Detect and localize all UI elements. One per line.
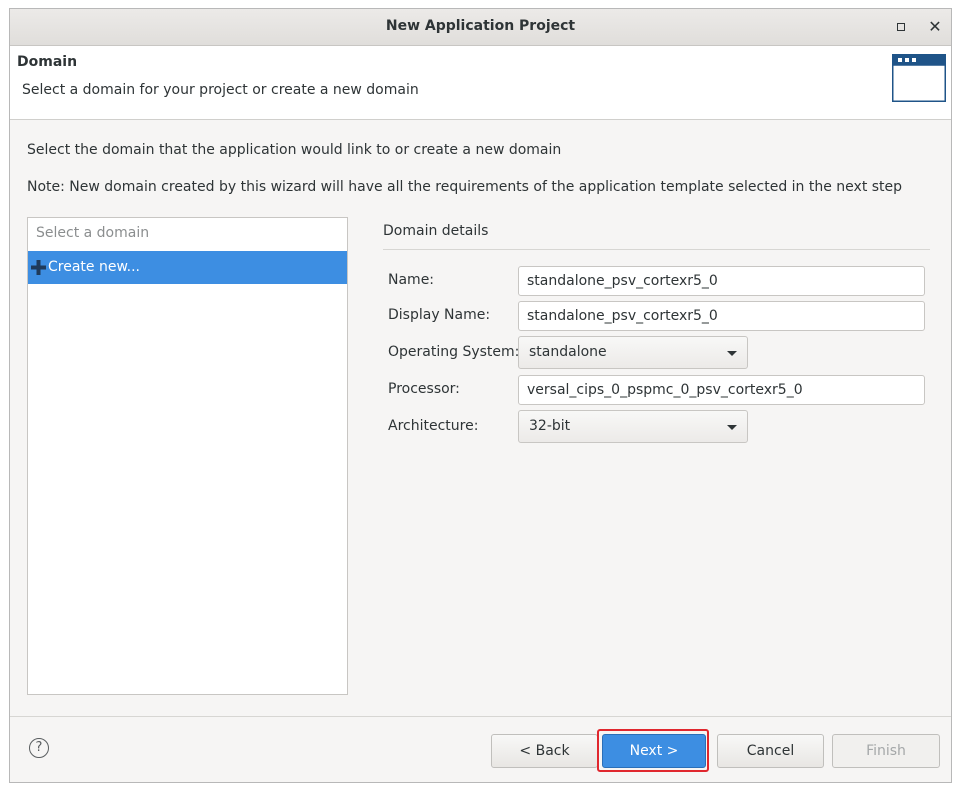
footer-divider [10,716,951,717]
operating-system-value: standalone [529,344,607,360]
processor-input[interactable] [518,375,925,405]
help-icon[interactable]: ? [29,738,49,758]
architecture-dropdown[interactable]: 32-bit [518,410,748,443]
finish-button[interactable]: Finish [832,734,940,768]
chevron-down-icon [727,351,737,356]
back-button[interactable]: < Back [491,734,598,768]
chevron-down-icon [727,425,737,430]
details-divider [383,249,930,250]
domain-details-title: Domain details [383,223,489,239]
banner-subtitle: Select a domain for your project or crea… [22,82,419,98]
wizard-banner: Domain Select a domain for your project … [10,46,951,120]
plus-icon [31,260,46,275]
operating-system-dropdown[interactable]: standalone [518,336,748,369]
cancel-button[interactable]: Cancel [717,734,824,768]
processor-label: Processor: [388,381,460,397]
close-icon[interactable]: ✕ [925,17,945,37]
architecture-value: 32-bit [529,418,571,434]
window-icon [892,54,946,102]
architecture-label: Architecture: [388,418,479,434]
note-text: Note: New domain created by this wizard … [27,179,903,195]
list-item-label: Create new... [48,259,140,275]
window-title: New Application Project [385,18,576,34]
next-button[interactable]: Next > [602,734,706,768]
operating-system-label: Operating System: [388,344,520,360]
name-input[interactable] [518,266,925,296]
maximize-icon[interactable] [891,17,911,37]
domain-list-header: Select a domain [36,225,150,241]
name-label: Name: [388,272,435,288]
display-name-label: Display Name: [388,307,491,323]
display-name-input[interactable] [518,301,925,331]
description-text: Select the domain that the application w… [27,142,562,158]
dialog-window: New Application Project ✕ Domain Select … [9,8,952,783]
list-item-create-new[interactable]: Create new... [28,251,347,284]
domain-list[interactable]: Select a domain Create new... [27,217,348,695]
banner-title: Domain [17,54,78,70]
title-bar[interactable]: New Application Project ✕ [10,9,951,46]
